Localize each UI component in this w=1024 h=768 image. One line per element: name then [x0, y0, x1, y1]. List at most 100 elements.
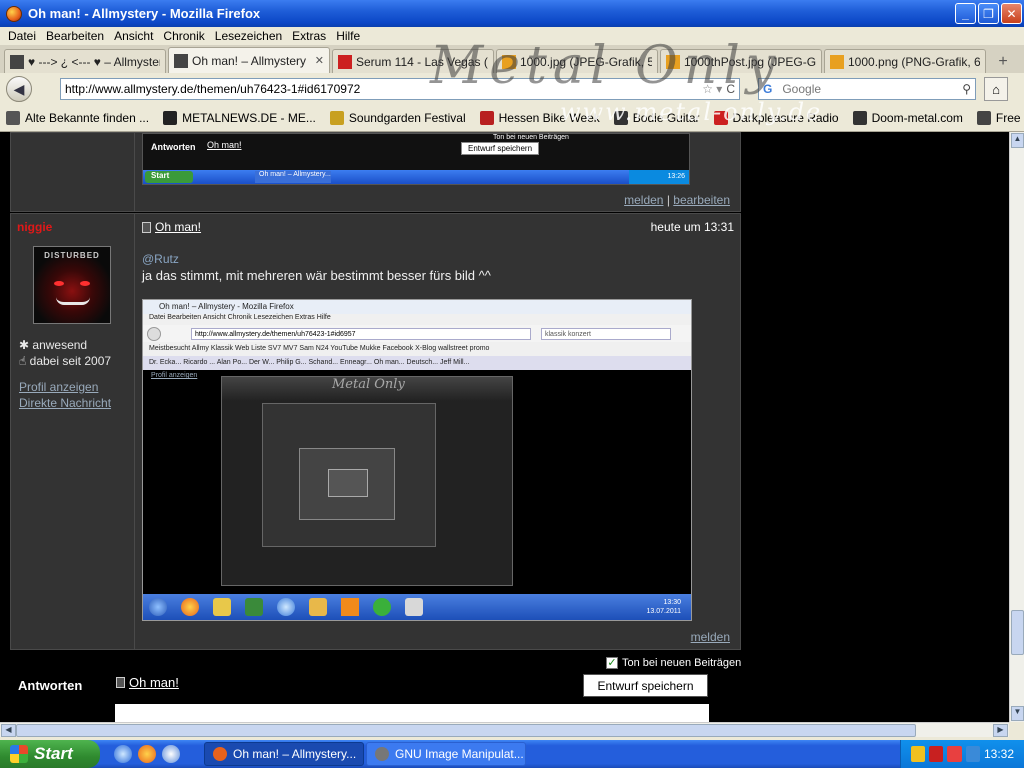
menu-chronik[interactable]: Chronik — [163, 29, 204, 43]
scroll-left-icon[interactable]: ◀ — [1, 724, 16, 737]
menu-extras[interactable]: Extras — [292, 29, 326, 43]
firefox-icon — [6, 5, 22, 22]
post-actions: melden | bearbeiten — [624, 193, 730, 207]
network-icon[interactable] — [965, 746, 980, 762]
home-button[interactable]: ⌂ — [984, 77, 1008, 101]
embedded-screenshot[interactable]: Antworten Oh man! Ton bei neuen Beiträge… — [142, 133, 690, 185]
document-icon — [142, 221, 151, 233]
menu-datei[interactable]: Datei — [8, 29, 36, 43]
tab-6[interactable]: 1000.png (PNG-Grafik, 63... — [824, 49, 986, 73]
bookmark-item[interactable]: Darkpleasure Radio — [713, 111, 839, 125]
windows-flag-icon — [10, 745, 28, 763]
taskbar-item-firefox[interactable]: Oh man! – Allmystery... — [204, 742, 364, 766]
scroll-right-icon[interactable]: ▶ — [993, 724, 1008, 737]
tab-3[interactable]: Serum 114 - Las Vegas (O... — [332, 49, 494, 73]
media-player-icon[interactable] — [162, 745, 180, 763]
menu-ansicht[interactable]: Ansicht — [114, 29, 153, 43]
avatar-band-logo: DISTURBED — [44, 251, 100, 260]
close-button[interactable]: ✕ — [1001, 3, 1022, 24]
app-icon — [405, 598, 423, 616]
scroll-down-icon[interactable]: ▼ — [1011, 706, 1024, 721]
embedded-screenshot[interactable]: Oh man! – Allmystery - Mozilla Firefox D… — [142, 299, 692, 621]
firefox-icon — [181, 598, 199, 616]
bookmark-item[interactable]: Doom-metal.com — [852, 111, 963, 125]
save-draft-button[interactable]: Entwurf speichern — [583, 674, 708, 697]
bookmark-icon — [976, 111, 991, 125]
antivirus-icon[interactable] — [947, 746, 962, 762]
taskbar-item-gimp[interactable]: GNU Image Manipulat... — [366, 742, 526, 766]
search-engine-icon[interactable]: G — [763, 82, 772, 96]
horizontal-scroll-thumb[interactable] — [16, 724, 916, 737]
post-content-column: Oh man! heute um 13:31 @Rutz ja das stim… — [136, 214, 740, 649]
bookmark-item[interactable]: Free Metal Albums — [976, 111, 1024, 125]
avatar[interactable]: DISTURBED — [33, 246, 111, 324]
tab-2-active[interactable]: Oh man! – Allmystery ✕ — [168, 47, 330, 73]
firefox-icon — [213, 747, 227, 761]
bookmark-star-icon[interactable]: ☆ ▾ — [702, 82, 726, 96]
vertical-scroll-thumb[interactable] — [1011, 610, 1024, 655]
bookmark-icon — [6, 111, 20, 125]
minimize-button[interactable]: _ — [955, 3, 976, 24]
windows-taskbar: Start Oh man! – Allmystery... GNU Image … — [0, 740, 1024, 768]
edit-link[interactable]: bearbeiten — [673, 193, 730, 207]
window-titlebar: Oh man! - Allmystery - Mozilla Firefox _… — [0, 0, 1024, 27]
image-icon — [830, 54, 844, 69]
menu-lesezeichen[interactable]: Lesezeichen — [215, 29, 282, 43]
direct-message-link[interactable]: Direkte Nachricht — [19, 396, 111, 410]
horizontal-scrollbar[interactable]: ◀ ▶ — [0, 722, 1009, 737]
maximize-button[interactable]: ❐ — [978, 3, 999, 24]
shield-icon[interactable] — [911, 746, 926, 762]
notify-label: Ton bei neuen Beiträgen — [622, 657, 742, 669]
bookmark-item[interactable]: Bodie Guitar — [613, 111, 700, 125]
report-link[interactable]: melden — [624, 193, 663, 207]
search-input[interactable]: G Google ⚲ — [758, 78, 976, 100]
app-icon — [277, 598, 295, 616]
tab-favicon-icon — [174, 53, 188, 68]
notify-option[interactable]: ✓ Ton bei neuen Beiträgen — [606, 657, 741, 669]
start-button[interactable]: Start — [0, 740, 100, 768]
bookmark-icon — [852, 111, 867, 125]
vertical-scrollbar[interactable]: ▲ ▼ — [1009, 132, 1024, 722]
post-body: ja das stimmt, mit mehreren wär bestimmt… — [142, 268, 491, 283]
bookmark-icon — [479, 111, 494, 125]
image-icon — [666, 54, 680, 69]
menu-bearbeiten[interactable]: Bearbeiten — [46, 29, 104, 43]
search-icon[interactable]: ⚲ — [962, 82, 975, 96]
post-title-link[interactable]: Oh man! — [155, 220, 201, 234]
bookmark-item[interactable]: METALNEWS.DE - ME... — [163, 111, 316, 125]
folder-icon — [213, 598, 231, 616]
new-tab-button[interactable]: + — [990, 51, 1016, 73]
url-bar[interactable]: http://www.allmystery.de/themen/uh76423-… — [60, 78, 740, 100]
taskbar-clock: 13:32 — [983, 747, 1014, 761]
post-content-column: Antworten Oh man! Ton bei neuen Beiträge… — [136, 133, 740, 211]
person-icon: ✱ — [19, 338, 33, 352]
report-link[interactable]: melden — [691, 630, 730, 644]
bookmark-item[interactable]: Soundgarden Festival — [329, 111, 466, 125]
post-date: heute um 13:31 — [650, 220, 734, 234]
profile-link[interactable]: Profil anzeigen — [19, 380, 98, 394]
bookmarks-toolbar: Alte Bekannte finden ... METALNEWS.DE - … — [0, 105, 1024, 132]
tab-bar: ♥ ---> ¿ <--- ♥ – Allmystery Oh man! – A… — [0, 45, 1024, 73]
bookmark-icon — [329, 111, 344, 125]
back-button[interactable]: ◀ — [6, 76, 32, 102]
reload-button[interactable]: C — [726, 82, 739, 96]
tab-4[interactable]: 1000.jpg (JPEG-Grafik, 50... — [496, 49, 658, 73]
page-content: Antworten Oh man! Ton bei neuen Beiträge… — [0, 132, 1009, 722]
scroll-up-icon[interactable]: ▲ — [1011, 133, 1024, 148]
menu-hilfe[interactable]: Hilfe — [336, 29, 360, 43]
security-alert-icon[interactable] — [929, 746, 944, 762]
tab-favicon-icon — [10, 54, 24, 69]
tab-5[interactable]: 1000thPost.jpg (JPEG-Gra... — [660, 49, 822, 73]
tab-close-icon[interactable]: ✕ — [315, 54, 324, 67]
notify-checkbox[interactable]: ✓ — [606, 657, 618, 669]
reply-textarea[interactable] — [115, 704, 709, 722]
document-icon — [116, 677, 125, 688]
author-name[interactable]: niggie — [17, 220, 52, 234]
reply-topic-link[interactable]: Oh man! — [129, 675, 179, 690]
tab-1[interactable]: ♥ ---> ¿ <--- ♥ – Allmystery — [4, 49, 166, 73]
bookmark-item[interactable]: Alte Bekannte finden ... — [6, 111, 149, 125]
bookmark-icon — [163, 111, 178, 125]
bookmark-item[interactable]: Hessen Bike Week — [479, 111, 600, 125]
ie-icon[interactable] — [114, 745, 132, 763]
firefox-icon[interactable] — [138, 745, 156, 763]
